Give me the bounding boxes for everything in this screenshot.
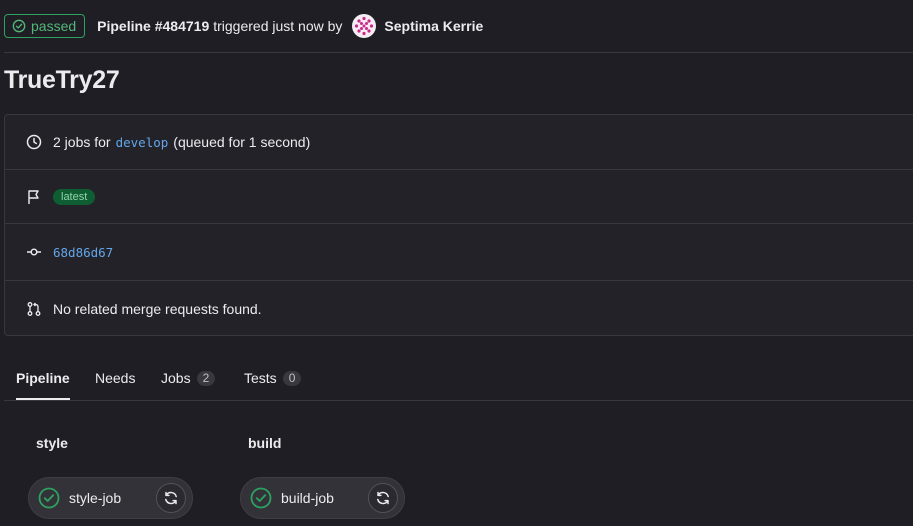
retry-icon	[165, 491, 177, 505]
job-style-job[interactable]: style-job	[28, 477, 193, 519]
clock-icon	[25, 133, 43, 151]
job-name: build-job	[281, 490, 334, 506]
retry-button[interactable]	[368, 483, 398, 513]
tag-row: latest	[5, 170, 913, 224]
retry-button[interactable]	[156, 483, 186, 513]
user-name[interactable]: Septima Kerrie	[384, 18, 483, 34]
triggered-text: triggered just now by	[213, 18, 343, 34]
jobs-suffix: (queued for 1 second)	[173, 134, 311, 150]
header-divider	[4, 52, 913, 53]
stage-title-build: build	[248, 435, 282, 451]
tab-needs[interactable]: Needs	[95, 356, 135, 400]
check-circle-icon	[12, 19, 26, 33]
merge-requests-text: No related merge requests found.	[53, 300, 262, 317]
pipeline-info-box: 2 jobs for develop (queued for 1 second)…	[4, 114, 913, 336]
job-build-job[interactable]: build-job	[240, 477, 405, 519]
tab-pipeline-label: Pipeline	[16, 370, 70, 386]
tab-needs-label: Needs	[95, 370, 136, 386]
flag-icon	[25, 188, 43, 206]
pipeline-header: passed Pipeline #484719 triggered just n…	[4, 12, 913, 40]
page-title: TrueTry27	[4, 66, 120, 94]
commit-row: 68d86d67	[5, 224, 913, 281]
check-circle-icon	[249, 486, 273, 510]
tabs-divider	[4, 400, 913, 401]
stage-title-style: style	[36, 435, 68, 451]
tab-tests-label: Tests	[244, 370, 277, 386]
tests-count-badge: 0	[282, 370, 302, 386]
jobs-count-badge: 2	[196, 370, 216, 386]
tab-tests[interactable]: Tests 0	[244, 356, 302, 400]
tab-jobs-label: Jobs	[161, 370, 191, 386]
jobs-row: 2 jobs for develop (queued for 1 second)	[5, 115, 913, 170]
status-label: passed	[31, 18, 77, 34]
commit-icon	[25, 243, 43, 261]
tab-pipeline[interactable]: Pipeline	[16, 356, 70, 400]
commit-sha-link[interactable]: 68d86d67	[53, 245, 113, 260]
check-circle-icon	[37, 486, 61, 510]
merge-request-icon	[25, 300, 43, 318]
pipeline-summary: Pipeline #484719 triggered just now by S…	[97, 14, 483, 38]
tab-jobs[interactable]: Jobs 2	[161, 356, 216, 400]
retry-icon	[377, 491, 389, 505]
jobs-prefix: 2 jobs for	[53, 134, 111, 150]
job-name: style-job	[69, 490, 122, 506]
pipeline-id: Pipeline #484719	[97, 18, 210, 34]
pipeline-tabs: Pipeline Needs Jobs 2 Tests 0	[4, 356, 913, 400]
merge-requests-row: No related merge requests found.	[5, 281, 913, 336]
status-badge[interactable]: passed	[4, 14, 86, 38]
latest-badge: latest	[53, 188, 96, 205]
branch-link[interactable]: develop	[116, 135, 169, 150]
avatar[interactable]	[352, 14, 377, 38]
avatar-pattern-icon	[354, 16, 375, 36]
